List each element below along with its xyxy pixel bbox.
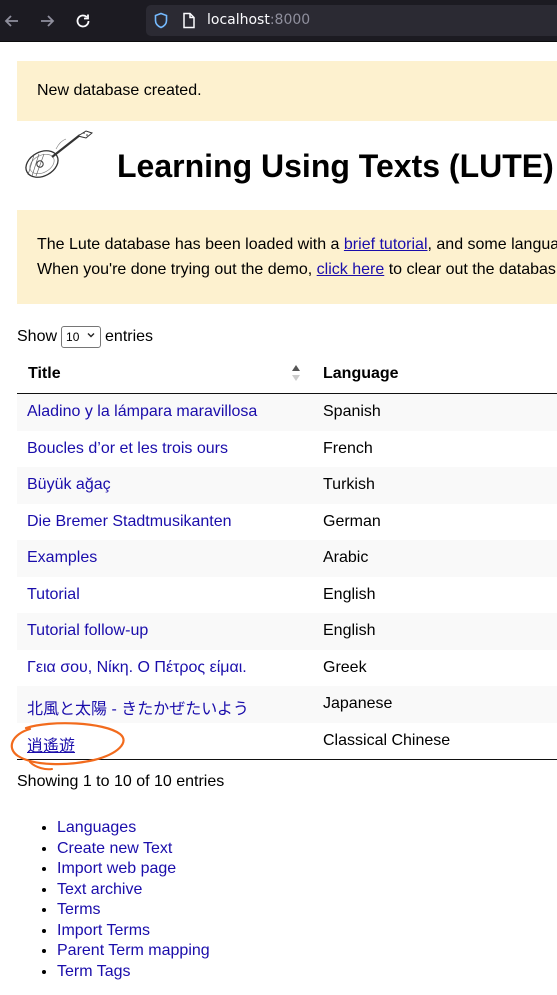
table-row: Aladino y la lámpara maravillosa Spanish (17, 394, 557, 431)
chevron-down-icon (87, 333, 95, 338)
menu-link-terms[interactable]: Terms (57, 901, 101, 918)
table-row: Tutorial follow-up English (17, 613, 557, 650)
text-title-link[interactable]: Tutorial follow-up (27, 622, 148, 640)
shield-icon (154, 12, 168, 29)
forward-arrow-icon (41, 15, 55, 27)
page-icon (183, 12, 195, 29)
table-body: Aladino y la lámpara maravillosa Spanish B… (17, 394, 557, 759)
back-arrow-icon (4, 15, 18, 27)
table-info: Showing 1 to 10 of 10 entries (17, 773, 225, 790)
entries-length-control: Show 10 entries (17, 326, 153, 348)
url-text: localhost:8000 (207, 12, 310, 28)
text-title-link[interactable]: Examples (27, 549, 97, 567)
text-title-link[interactable]: Γεια σου, Νίκη. Ο Πέτρος είμαι. (27, 659, 247, 677)
notice-line-2-suffix: to clear out the databas (384, 261, 556, 278)
menu-link-create-new-text[interactable]: Create new Text (57, 840, 172, 857)
menu-item: Create new Text (57, 839, 210, 860)
menu-item: Text archive (57, 880, 210, 901)
notice-line-2: When you're done trying out the demo, cl… (37, 261, 556, 279)
table-row: Γεια σου, Νίκη. Ο Πέτρος είμαι. Greek (17, 650, 557, 687)
text-title-link[interactable]: Aladino y la lámpara maravillosa (27, 403, 257, 421)
text-language: Turkish (323, 476, 375, 493)
text-language: Greek (323, 658, 367, 676)
url-port: :8000 (269, 12, 311, 28)
text-language: Arabic (323, 549, 369, 566)
flash-message: New database created. (17, 61, 557, 121)
menu-link-languages[interactable]: Languages (57, 819, 136, 836)
menu-item: Parent Term mapping (57, 941, 210, 962)
clear-database-link[interactable]: click here (317, 261, 385, 278)
reload-icon (76, 14, 90, 28)
table-row: Die Bremer Stadtmusikanten German (17, 504, 557, 541)
sort-icon[interactable] (290, 363, 302, 383)
tutorial-link[interactable]: brief tutorial (344, 236, 428, 253)
table-row: Büyük ağaç Turkish (17, 467, 557, 504)
menu-item: Languages (57, 818, 210, 839)
texts-table: Title Language Aladino y la lámpara mara… (17, 355, 557, 760)
text-title-link[interactable]: Büyük ağaç (27, 476, 111, 494)
menu-link-import-web-page[interactable]: Import web page (57, 860, 176, 877)
text-language: French (323, 439, 373, 457)
main-menu: Languages Create new Text Import web page T… (17, 818, 210, 982)
table-header: Title Language (17, 355, 557, 394)
entries-per-page-select[interactable]: 10 (61, 326, 102, 348)
page-title: Learning Using Texts (LUTE) (117, 148, 554, 184)
browser-toolbar: localhost:8000 (0, 0, 557, 42)
forward-button[interactable] (35, 9, 59, 33)
entries-prefix: Show (17, 328, 58, 345)
notice-line-1: The Lute database has been loaded with a… (37, 236, 557, 254)
menu-link-term-tags[interactable]: Term Tags (57, 963, 131, 980)
text-language: Japanese (323, 695, 393, 712)
text-title-link[interactable]: 北風と太陽 - きたかぜたいよう (27, 695, 249, 719)
menu-item: Terms (57, 900, 210, 921)
text-language: English (323, 585, 376, 603)
text-title-link[interactable]: Die Bremer Stadtmusikanten (27, 513, 232, 531)
text-language: Classical Chinese (323, 731, 451, 749)
table-row: Boucles d’or et les trois ours French (17, 431, 557, 468)
menu-item: Term Tags (57, 962, 210, 983)
column-header-title[interactable]: Title (28, 365, 61, 383)
notice-line-2-prefix: When you're done trying out the demo, (37, 261, 317, 278)
table-row: Tutorial English (17, 577, 557, 614)
reload-button[interactable] (71, 9, 95, 33)
column-header-language[interactable]: Language (323, 365, 399, 383)
text-language: Spanish (323, 403, 381, 420)
text-title-link[interactable]: Boucles d’or et les trois ours (27, 440, 228, 458)
menu-link-import-terms[interactable]: Import Terms (57, 922, 150, 939)
url-bar[interactable]: localhost:8000 (146, 5, 557, 36)
entries-selected-value: 10 (66, 330, 80, 344)
table-row: Examples Arabic (17, 540, 557, 577)
url-host: localhost (207, 12, 270, 28)
notice-line-1-suffix: , and some langua (427, 236, 557, 253)
menu-link-text-archive[interactable]: Text archive (57, 881, 142, 898)
notice-line-1-prefix: The Lute database has been loaded with a (37, 236, 344, 253)
annotation-circle (10, 722, 125, 771)
text-language: English (323, 622, 376, 639)
menu-item: Import Terms (57, 921, 210, 942)
text-title-link[interactable]: Tutorial (27, 586, 80, 604)
menu-item: Import web page (57, 859, 210, 880)
text-language: German (323, 512, 381, 530)
demo-notice: The Lute database has been loaded with a… (17, 210, 557, 304)
back-button[interactable] (0, 9, 24, 33)
table-row: 北風と太陽 - きたかぜたいよう Japanese (17, 686, 557, 723)
flash-message-text: New database created. (37, 82, 202, 99)
lute-logo-icon (25, 130, 94, 178)
entries-suffix: entries (105, 328, 154, 345)
menu-link-parent-term-mapping[interactable]: Parent Term mapping (57, 942, 210, 959)
